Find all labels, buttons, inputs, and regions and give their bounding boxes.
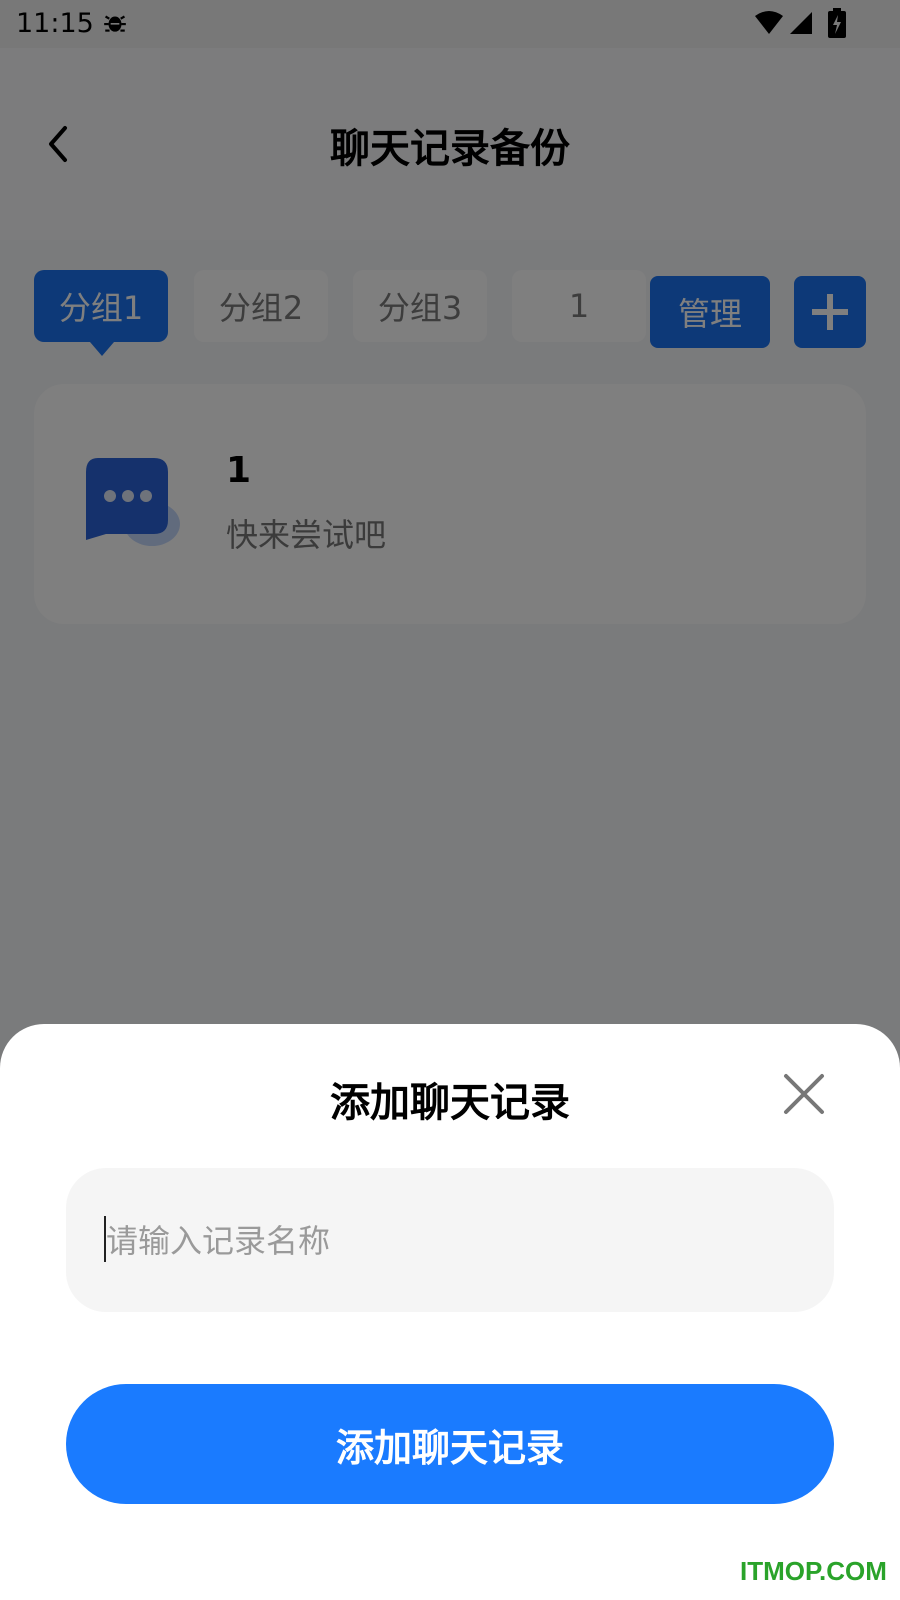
add-record-submit-button[interactable]: 添加聊天记录	[66, 1384, 834, 1504]
close-button[interactable]	[780, 1070, 828, 1118]
record-name-field	[66, 1168, 834, 1312]
watermark: ITMOP.COM	[740, 1556, 887, 1586]
record-name-input[interactable]	[104, 1202, 798, 1280]
text-cursor	[104, 1216, 106, 1262]
sheet-title: 添加聊天记录	[330, 1080, 570, 1126]
add-record-sheet: 添加聊天记录 添加聊天记录	[0, 1024, 900, 1600]
close-icon	[784, 1074, 824, 1114]
